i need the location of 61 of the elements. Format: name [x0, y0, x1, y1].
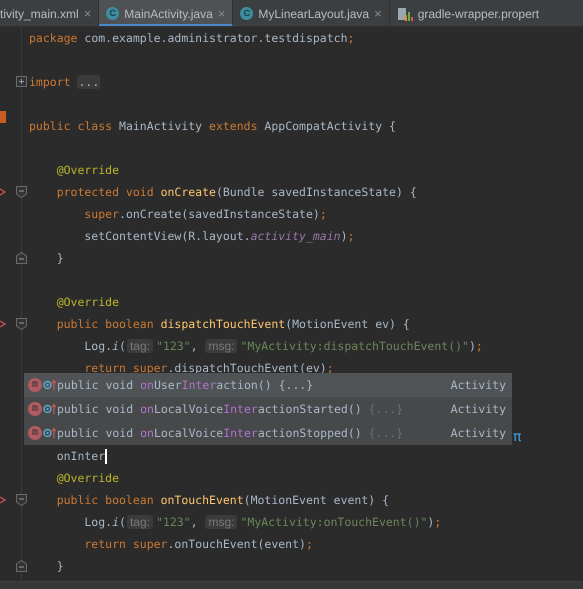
collapse-icon[interactable] — [16, 186, 27, 198]
code-text: return super.onTouchEvent(event); — [83, 537, 313, 551]
collapse-icon[interactable] — [16, 318, 27, 330]
code-text: package com.example.administrator.testdispatch; — [29, 31, 354, 45]
parameter-hint: msg: — [205, 339, 238, 353]
override-marker-icon[interactable] — [0, 495, 6, 505]
override-marker-icon[interactable] — [0, 319, 6, 329]
class-icon: C — [106, 7, 120, 20]
code-text: "MyActivity:onTouchEvent()"); — [240, 515, 442, 529]
file-tab[interactable]: gradle-wrapper.propert — [390, 0, 540, 26]
collapse-icon[interactable] — [16, 560, 27, 572]
override-icon — [43, 403, 57, 415]
file-tab[interactable]: C MyLinearLayout.java × — [233, 0, 390, 26]
parameter-hint: tag: — [126, 339, 153, 353]
code-text: super.onCreate(savedInstanceState); — [83, 207, 327, 221]
popup-action-icon[interactable]: π — [513, 429, 522, 445]
method-icon: m — [28, 402, 42, 416]
code-text: @Override — [56, 471, 120, 485]
override-icon — [43, 379, 57, 391]
declaring-class: Activity — [450, 402, 506, 416]
code-text: } — [56, 559, 64, 573]
close-icon[interactable]: × — [374, 6, 382, 21]
file-tab[interactable]: C MainActivity.java × — [99, 0, 234, 26]
declaring-class: Activity — [450, 378, 506, 392]
completion-item[interactable]: m public void onLocalVoiceInteractionStarted() {...} Activity — [24, 397, 512, 421]
code-text: @Override — [56, 163, 120, 177]
collapse-icon[interactable] — [16, 494, 27, 506]
completion-item[interactable]: m public void onLocalVoiceInteractionStopped() {...} Activity — [24, 421, 512, 445]
code-text: } — [56, 251, 64, 265]
method-icon: m — [28, 378, 42, 392]
completion-item[interactable]: m public void onUserInteraction() {...} Activity — [24, 373, 512, 397]
code-text: public boolean dispatchTouchEvent(MotionEvent ev) { — [56, 317, 410, 331]
code-text: Log.i( — [83, 339, 126, 353]
parameter-hint: msg: — [205, 515, 238, 529]
code-text: public class MainActivity extends AppCompatActivity { — [29, 119, 396, 133]
code-text: setContentView(R.layout.activity_main); — [83, 229, 354, 243]
code-text: "123", — [156, 515, 199, 529]
collapse-icon[interactable] — [16, 252, 27, 264]
expand-icon[interactable] — [16, 76, 27, 87]
override-marker-icon[interactable] — [0, 187, 6, 197]
code-text: Log.i( — [83, 515, 126, 529]
folded-code[interactable]: ... — [77, 75, 100, 89]
method-signature: public void onLocalVoiceInteractionStopped() {...} — [57, 426, 404, 440]
close-icon[interactable]: × — [218, 6, 226, 21]
declaring-class: Activity — [450, 426, 506, 440]
code-text: protected void onCreate(Bundle savedInstanceState) { — [56, 185, 417, 199]
method-signature: public void onUserInteraction() {...} — [57, 378, 314, 392]
override-icon — [43, 427, 57, 439]
code-text: @Override — [56, 295, 120, 309]
method-signature: public void onLocalVoiceInteractionStarted() {...} — [57, 402, 404, 416]
parameter-hint: tag: — [126, 515, 153, 529]
method-icon: m — [28, 426, 42, 440]
class-icon: C — [240, 7, 254, 20]
code-text: import — [29, 75, 72, 89]
code-text: onInter — [56, 449, 106, 463]
change-marker[interactable] — [0, 111, 6, 123]
code-text: "123", — [156, 339, 199, 353]
code-text: "MyActivity:dispatchTouchEvent()"); — [240, 339, 483, 353]
chart-file-icon — [396, 6, 413, 22]
close-icon[interactable]: × — [84, 6, 92, 21]
code-text: public boolean onTouchEvent(MotionEvent event) { — [56, 493, 390, 507]
